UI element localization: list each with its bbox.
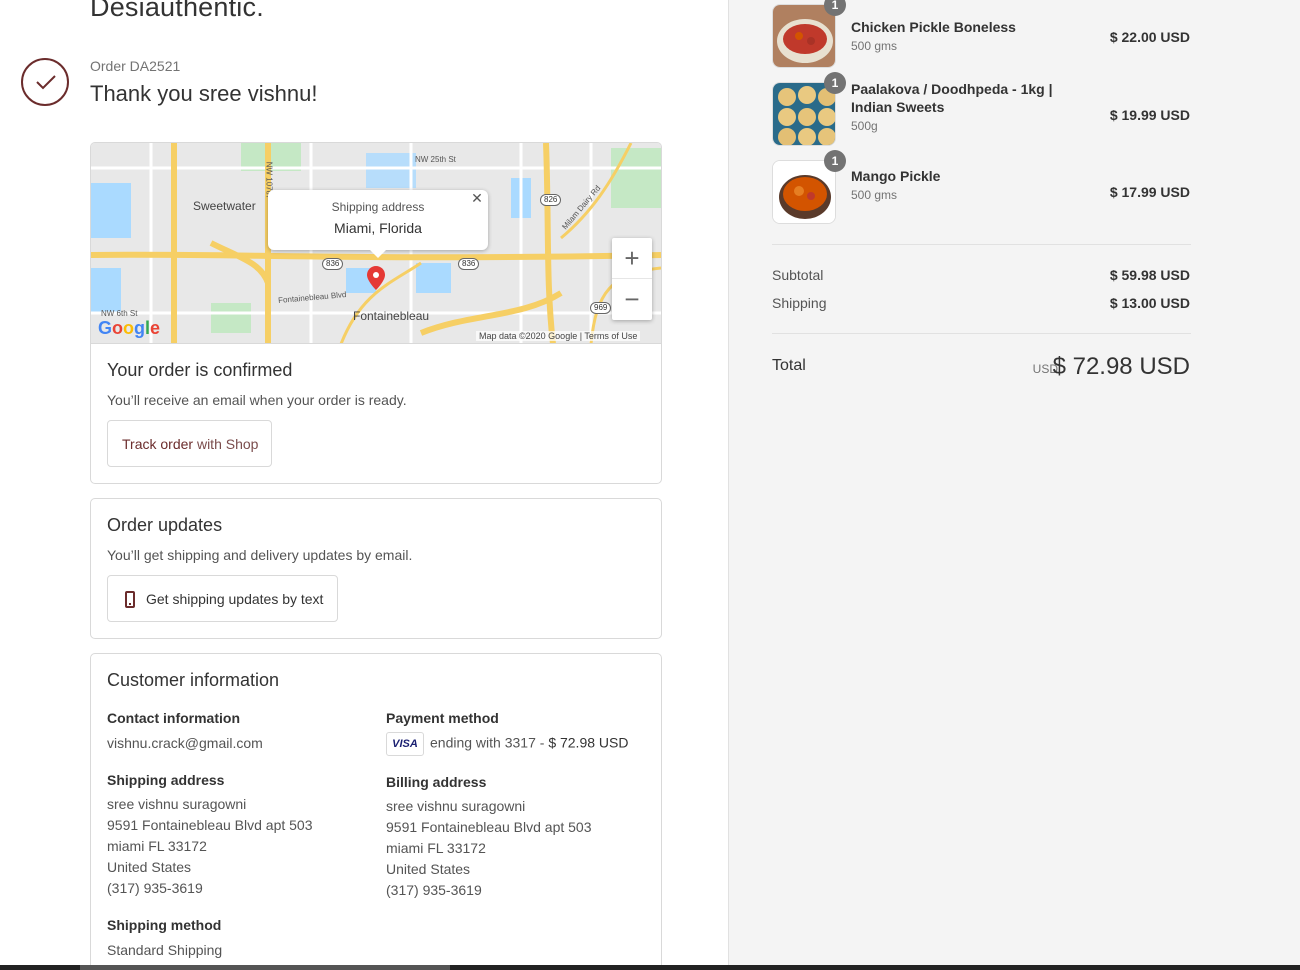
terms-of-use-link[interactable]: Terms of Use [584, 331, 637, 341]
updates-text: You’ll get shipping and delivery updates… [107, 547, 413, 563]
shipping-value: $ 13.00 USD [1109, 295, 1190, 311]
window-bottom-bar [0, 965, 1300, 970]
order-number: Order DA2521 [90, 58, 181, 74]
payment-method-label: Payment method [386, 710, 499, 726]
billing-address-label: Billing address [386, 774, 487, 790]
shipping-method: Standard Shipping [107, 942, 223, 958]
product-price: $ 19.99 USD [1109, 107, 1190, 123]
map-attribution: Map data ©2020 Google | Terms of Use [476, 331, 641, 341]
product-name: Paalakova / Doodhpeda - 1kg | Indian Swe… [851, 81, 1053, 115]
contact-email: vishnu.crack@gmail.com [107, 735, 263, 751]
quantity-badge: 1 [824, 0, 846, 16]
shipping-label: Shipping [772, 295, 827, 311]
order-confirmed-card: Sweetwater Fontainebleau NW 25th St NW 6… [90, 142, 662, 484]
customer-right-column: Payment method VISA ending with 3317 - $ … [386, 710, 646, 901]
shipping-address-label: Shipping address [107, 772, 225, 788]
product-item: 1 Mango Pickle 500 gms $ 17.99 USD [772, 150, 1192, 225]
confirm-title: Your order is confirmed [107, 360, 293, 380]
total-value: $ 72.98 USD [1052, 353, 1190, 380]
zoom-out-button[interactable]: − [612, 279, 652, 320]
total-label: Total [772, 357, 806, 374]
map-zoom-control: + − [612, 238, 652, 320]
product-item: 1 Paalakova / Doodhpeda - 1kg | Indian S… [772, 72, 1192, 147]
order-updates-card: Order updates You’ll get shipping and de… [90, 498, 662, 639]
map-label-fontainebleau: Fontainebleau [353, 309, 430, 323]
product-price: $ 17.99 USD [1109, 184, 1190, 200]
payment-method: VISA ending with 3317 - $ 72.98 USD [386, 732, 646, 756]
divider [772, 244, 1191, 245]
thank-you-heading: Thank you sree vishnu! [90, 81, 318, 106]
shipping-address-popup: Shipping address Miami, Florida ✕ [268, 190, 488, 258]
google-logo: Google [98, 318, 161, 338]
customer-left-column: Contact information vishnu.crack@gmail.c… [107, 710, 367, 961]
order-summary-sidebar: 1 Chicken Pickle Boneless 500 gms $ 22.0… [728, 0, 1300, 970]
map-label-nw25: NW 25th St [415, 155, 456, 164]
close-icon[interactable]: ✕ [470, 191, 484, 205]
zoom-in-button[interactable]: + [612, 238, 652, 279]
store-logo[interactable]: Desiauthentic. [90, 0, 264, 23]
subtotal-label: Subtotal [772, 267, 824, 283]
product-item: 1 Chicken Pickle Boneless 500 gms $ 22.0… [772, 0, 1192, 69]
contact-label: Contact information [107, 710, 240, 726]
divider [772, 333, 1191, 334]
map-label-sweetwater: Sweetwater [193, 199, 256, 213]
map-label-nw6: NW 6th St [101, 309, 138, 318]
shipping-method-label: Shipping method [107, 917, 222, 933]
map-pin-icon[interactable] [367, 266, 385, 295]
visa-card-icon: VISA [386, 732, 424, 756]
product-thumbnail [772, 82, 836, 146]
route-shield-836: 836 [322, 258, 344, 270]
customer-title: Customer information [107, 670, 280, 690]
route-shield-836: 836 [458, 258, 480, 270]
customer-info-card: Customer information Contact information… [90, 653, 662, 970]
checkmark-icon [21, 58, 69, 106]
product-thumbnail [772, 160, 836, 224]
product-price: $ 22.00 USD [1109, 29, 1190, 45]
updates-title: Order updates [107, 515, 223, 535]
quantity-badge: 1 [824, 150, 846, 172]
product-name: Chicken Pickle Boneless [851, 19, 1016, 35]
main-panel: Desiauthentic. Order DA2521 Thank you sr… [0, 0, 728, 970]
product-thumbnail [772, 4, 836, 68]
popup-title: Shipping address [331, 200, 425, 214]
shipping-address: sree vishnu suragowni 9591 Fontainebleau… [107, 796, 313, 896]
product-variant: 500 gms [851, 39, 898, 53]
phone-icon [125, 591, 135, 608]
product-variant: 500g [851, 119, 878, 133]
confirm-text: You’ll receive an email when your order … [107, 392, 407, 408]
track-order-button[interactable]: Track order with Shop [107, 420, 272, 467]
product-variant: 500 gms [851, 188, 898, 202]
subtotal-value: $ 59.98 USD [1109, 267, 1190, 283]
route-shield-969: 969 [590, 302, 612, 314]
route-shield-826: 826 [540, 194, 562, 206]
order-confirmed-section: Your order is confirmed You’ll receive a… [91, 344, 661, 483]
quantity-badge: 1 [824, 72, 846, 94]
product-name: Mango Pickle [851, 168, 941, 184]
popup-city: Miami, Florida [334, 220, 422, 236]
text-updates-button[interactable]: Get shipping updates by text [107, 575, 338, 622]
billing-address: sree vishnu suragowni 9591 Fontainebleau… [386, 798, 592, 898]
shipping-map[interactable]: Sweetwater Fontainebleau NW 25th St NW 6… [91, 143, 661, 344]
